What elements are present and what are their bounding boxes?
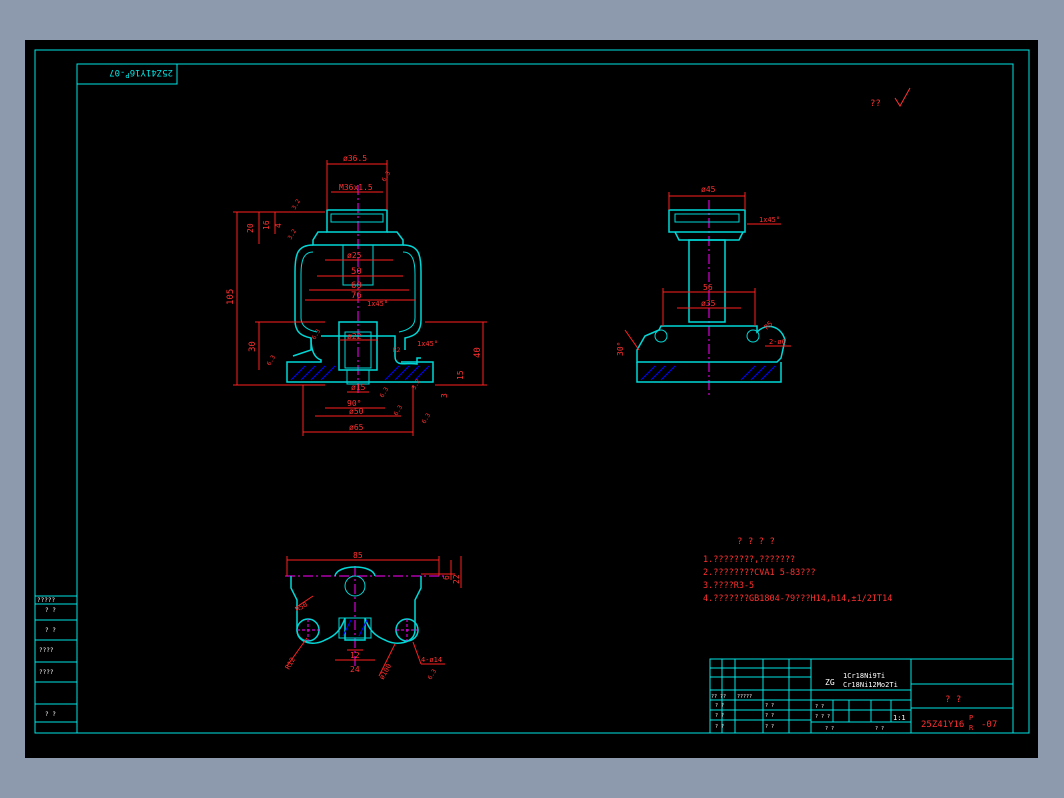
dim-50b: ø50 [349, 407, 364, 416]
tb-label-2: ????? [737, 694, 752, 700]
bottom-dim-100: ø100 [378, 662, 393, 681]
side-dim-35: ø35 [701, 299, 716, 308]
side-table-item-5: ???? [39, 669, 54, 676]
dim-chamfer-2: 1x45° [417, 340, 438, 348]
rough-8: 6.3 [311, 328, 323, 341]
tb-label-10: ? ? ? [815, 714, 830, 720]
drawing-number-sup: P [969, 714, 973, 722]
tb-label-7: ? ? [765, 713, 774, 719]
dim-15b: 15 [456, 370, 465, 380]
side-table-item-6: ? ? [45, 711, 56, 718]
bottom-dim-r50: R50 [294, 600, 309, 613]
side-dim-2holes: 2-ø6 [769, 338, 786, 346]
drawing-number: 25Z41Y16 [921, 720, 964, 730]
side-table [35, 595, 77, 723]
front-view: ø36.5 M36x1.5 20 16 4 105 ø25 50 60 76 1… [226, 154, 487, 436]
tb-label-3: ? ? [715, 703, 724, 709]
side-dim-30deg: 30° [616, 342, 625, 356]
dim-22: ø22 [347, 332, 362, 341]
dim-36-5: ø36.5 [343, 154, 367, 163]
dim-50: 50 [351, 267, 362, 277]
outer-border [34, 49, 1030, 734]
dim-30: 30 [248, 341, 258, 352]
notes-title: ? ? ? ? [737, 537, 775, 547]
side-view: ø45 1x45° 56 ø35 R5 30° 2-ø6 [616, 185, 791, 395]
dim-16: 16 [262, 220, 271, 230]
bottom-dim-24: 24 [350, 665, 360, 674]
tb-label-8: ? ? [765, 724, 774, 730]
dim-15: ø15 [351, 383, 366, 392]
dim-65: ø65 [349, 423, 364, 432]
rough-9: 6.3 [379, 386, 391, 399]
side-table-item-1: ????? [37, 597, 55, 604]
note-1: 1.????????,??????? [703, 555, 795, 565]
inner-border [76, 63, 1014, 734]
rough-4: 6.3 [266, 354, 278, 367]
dim-chamfer-1: 1x45° [367, 300, 388, 308]
note-2: 2.????????CVA1 5-83??? [703, 568, 816, 578]
material-prefix: ZG [825, 678, 835, 687]
rough-5: 3.2 [411, 378, 423, 391]
rough-6: 6.3 [393, 404, 405, 417]
bottom-dim-4holes: 4-ø14 [421, 656, 442, 664]
rough-r2: R2 [393, 347, 401, 354]
dim-4: 4 [274, 223, 283, 228]
bottom-dim-22: 22 [452, 574, 461, 584]
roughness-symbol [894, 87, 911, 107]
bottom-dim-12: 12 [350, 651, 360, 660]
tb-label-1: ?? ?? [711, 694, 726, 700]
tb-label-5: ? ? [715, 724, 724, 730]
material-line2: Cr18Ni12Mo2Ti [843, 681, 898, 689]
tb-label-4: ? ? [715, 713, 724, 719]
dim-60: 60 [351, 281, 362, 291]
bottom-rough: 6.3 [427, 668, 439, 681]
side-table-item-3: ? ? [45, 627, 56, 634]
rough-7: 6.3 [421, 412, 433, 425]
bottom-dim-6: 6 [442, 575, 451, 580]
rough-3: 3.2 [287, 228, 299, 241]
drawing-name: ? ? [945, 695, 961, 705]
bottom-dim-85: 85 [353, 551, 363, 560]
tb-label-9: ? ? [815, 704, 824, 710]
material-line1: 1Cr18Ni9Ti [843, 672, 885, 680]
side-dim-r5: R5 [763, 320, 775, 332]
drawing-canvas[interactable]: 25Z41Y16P-07 ?? ø36.5 M36x1.5 20 16 4 10… [25, 40, 1038, 758]
side-dim-chamfer: 1x45° [759, 216, 780, 224]
tb-label-6: ? ? [765, 703, 774, 709]
roughness-note: ?? [870, 99, 881, 109]
rough-1: 3.2 [291, 198, 303, 211]
rotated-stamp: 25Z41Y16P-07 [109, 67, 173, 79]
drawing-number-sub: R [969, 724, 974, 732]
bottom-view: 85 6 22 R50 12 24 R12 ø100 4-ø14 6.3 [284, 551, 462, 681]
dim-25: ø25 [347, 251, 362, 260]
dim-m36: M36x1.5 [339, 183, 373, 192]
tb-label-11: ? ? [825, 726, 834, 732]
technical-notes: ? ? ? ? 1.????????,??????? 2.????????CVA… [703, 537, 892, 604]
rough-2: 6.3 [381, 170, 393, 183]
dim-20: 20 [246, 223, 255, 233]
dim-76: 76 [351, 291, 362, 301]
note-3: 3.????R3-5 [703, 581, 754, 591]
cad-drawing: 25Z41Y16P-07 ?? ø36.5 M36x1.5 20 16 4 10… [34, 49, 1030, 734]
dim-105: 105 [226, 289, 236, 305]
side-dim-45: ø45 [701, 185, 716, 194]
dim-40: 40 [473, 347, 483, 358]
drawing-number-suffix: -07 [981, 720, 997, 730]
scale-value: 1:1 [893, 714, 906, 722]
note-4: 4.???????GB1804-79???H14,h14,±1/2IT14 [703, 594, 892, 604]
side-dim-56: 56 [703, 283, 713, 292]
title-block [709, 658, 1014, 734]
bottom-dim-r12: R12 [284, 656, 297, 671]
dim-3: 3 [440, 393, 449, 398]
tb-label-12: ? ? [875, 726, 884, 732]
side-table-item-2: ? ? [45, 607, 56, 614]
side-table-item-4: ???? [39, 647, 54, 654]
